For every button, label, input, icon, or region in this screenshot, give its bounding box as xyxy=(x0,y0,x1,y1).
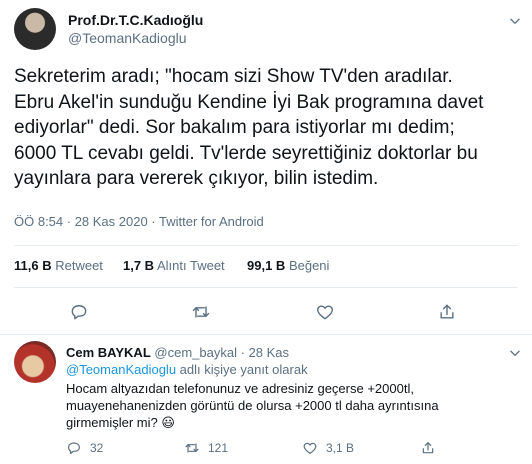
quote-count: 1,7 B xyxy=(123,258,155,273)
tweet-text-line: Ebru Akel'in sunduğu Kendine İyi Bak pro… xyxy=(14,91,484,113)
like-count: 99,1 B xyxy=(247,258,286,273)
reply-date[interactable]: 28 Kas xyxy=(249,345,289,360)
chevron-down-icon[interactable] xyxy=(506,12,524,30)
reply-share-action[interactable] xyxy=(420,440,436,456)
reply-icon xyxy=(68,442,80,454)
like-count-stat[interactable]: 99,1 B Beğeni xyxy=(247,258,329,273)
quote-label: Alıntı Tweet xyxy=(156,258,225,273)
retweet-label: Retweet xyxy=(55,258,103,273)
reply-separator: · xyxy=(240,345,245,360)
share-icon[interactable] xyxy=(432,298,462,326)
like-icon[interactable] xyxy=(310,298,340,326)
replying-to-label: adlı kişiye yanıt olarak xyxy=(179,362,308,377)
author-name[interactable]: Prof.Dr.T.C.Kadıoğlu xyxy=(68,12,203,28)
tweet-text: Sekreterim aradı; "hocam sizi Show TV'de… xyxy=(14,64,524,192)
divider xyxy=(0,334,532,335)
retweet-count-stat[interactable]: 11,6 B Retweet xyxy=(14,258,103,273)
reply-retweet-count: 121 xyxy=(208,441,229,455)
reply-like-count: 3,1 B xyxy=(326,441,355,455)
tweet-timestamp[interactable]: ÖÖ 8:54 · 28 Kas 2020 · Twitter for Andr… xyxy=(14,214,264,229)
reply-author-handle[interactable]: @cem_baykal xyxy=(154,345,237,360)
reply-retweet-action[interactable]: 121 xyxy=(184,440,228,456)
like-label: Beğeni xyxy=(288,258,330,273)
reply-text: Hocam altyazıdan telefonunuz ve adresini… xyxy=(66,380,522,431)
author-avatar[interactable] xyxy=(14,8,56,50)
divider xyxy=(14,245,518,246)
reply-text-line: Hocam altyazıdan telefonunuz ve adresini… xyxy=(66,381,414,396)
reply-author-avatar[interactable] xyxy=(14,341,56,383)
reply-text-line: girmemişler mi? 😃 xyxy=(66,415,175,430)
retweet-icon xyxy=(185,443,199,453)
share-icon xyxy=(422,442,434,454)
tweet-text-line: ediyorlar" dedi. Sor bakalım para istiyo… xyxy=(14,117,455,138)
like-icon xyxy=(303,442,317,454)
reply-reply-action[interactable]: 32 xyxy=(66,440,103,456)
tweet-text-line: Sekreterim aradı; "hocam sizi Show TV'de… xyxy=(14,66,453,87)
reply-icon[interactable] xyxy=(64,298,94,326)
reply-like-action[interactable]: 3,1 B xyxy=(302,440,354,456)
quote-count-stat[interactable]: 1,7 B Alıntı Tweet xyxy=(123,258,225,273)
divider xyxy=(14,287,518,288)
reply-text-line: muayenehanenizden görüntü de olursa +200… xyxy=(66,398,439,413)
smiley-emoji: 😃 xyxy=(161,415,175,430)
retweet-icon[interactable] xyxy=(186,298,216,326)
tweet-text-line: yayınlara para vererek çıkıyor, bilin is… xyxy=(14,168,379,189)
retweet-count: 11,6 B xyxy=(14,258,52,273)
replying-to-handle[interactable]: @TeomanKadioglu xyxy=(66,362,176,377)
tweet-text-line: 6000 TL cevabı geldi. Tv'lerde seyrettiğ… xyxy=(14,142,478,164)
author-handle[interactable]: @TeomanKadioglu xyxy=(68,30,187,46)
replying-to: @TeomanKadioglu adlı kişiye yanıt olarak xyxy=(66,362,308,377)
chevron-down-icon[interactable] xyxy=(506,344,524,362)
reply-author-name[interactable]: Cem BAYKAL xyxy=(66,345,151,360)
reply-header: Cem BAYKAL @cem_baykal · 28 Kas xyxy=(66,345,289,360)
reply-reply-count: 32 xyxy=(90,441,104,455)
